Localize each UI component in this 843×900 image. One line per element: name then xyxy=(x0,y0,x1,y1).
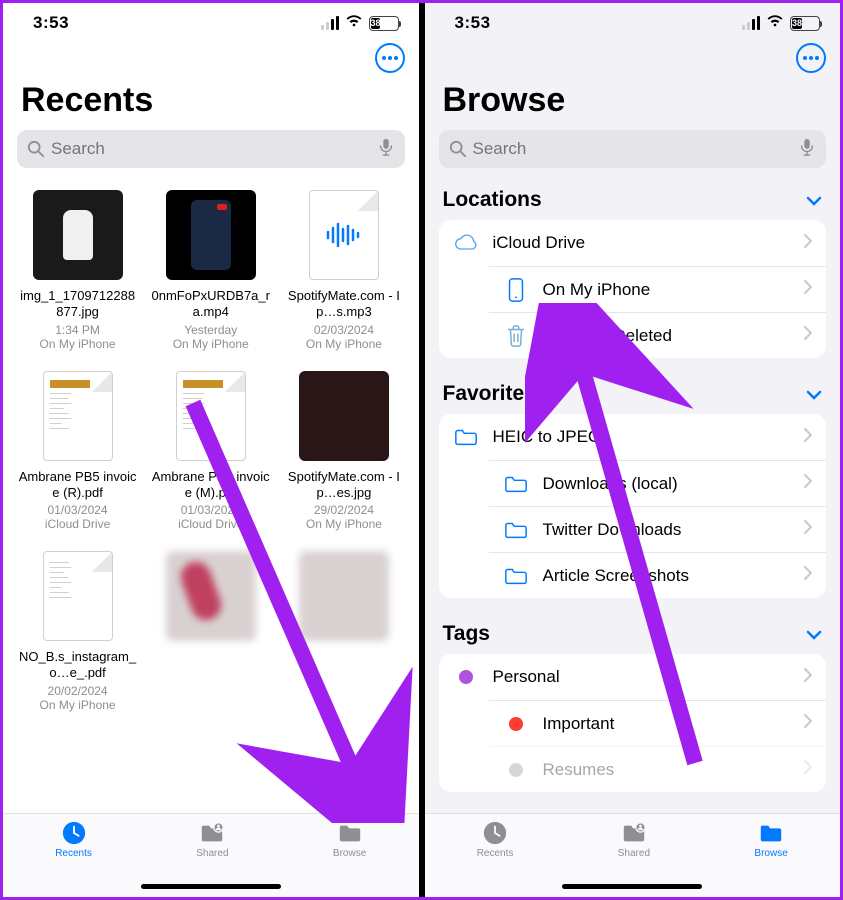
phone-browse: 3:53 38 Browse Locations iCloud Drive xyxy=(425,3,841,897)
cellular-icon xyxy=(742,16,760,30)
chevron-right-icon xyxy=(804,714,812,733)
tag-item[interactable]: Important xyxy=(489,700,827,746)
file-thumbnail xyxy=(166,190,256,280)
file-grid: img_1_1709712288877.jpg 1:34 PM On My iP… xyxy=(3,182,419,722)
shared-folder-icon xyxy=(198,820,226,846)
chevron-right-icon xyxy=(804,234,812,253)
clock-icon xyxy=(60,820,88,846)
file-item[interactable]: SpotifyMate.com - I p…s.mp3 02/03/2024 O… xyxy=(279,182,408,361)
file-item[interactable]: img_1_1709712288877.jpg 1:34 PM On My iP… xyxy=(13,182,142,361)
chevron-down-icon xyxy=(806,382,822,406)
favorite-item[interactable]: Downloads (local) xyxy=(489,460,827,506)
status-bar: 3:53 38 xyxy=(425,3,841,37)
dictate-icon[interactable] xyxy=(377,138,395,161)
chevron-right-icon xyxy=(804,520,812,539)
tab-bar: Recents Shared Browse xyxy=(3,813,419,897)
battery-icon: 38 xyxy=(369,16,399,31)
file-item[interactable]: SpotifyMate.com - I p…es.jpg 29/02/2024 … xyxy=(279,363,408,542)
file-item[interactable] xyxy=(146,543,275,722)
favorite-item[interactable]: HEIC to JPEG xyxy=(439,414,827,460)
file-item[interactable]: 0nmFoPxURDB7a_ra.mp4 Yesterday On My iPh… xyxy=(146,182,275,361)
folder-icon xyxy=(503,472,529,496)
page-title: Recents xyxy=(3,73,419,130)
status-indicators: 38 xyxy=(742,13,820,33)
folder-icon xyxy=(503,518,529,542)
cellular-icon xyxy=(321,16,339,30)
tag-item[interactable]: Personal xyxy=(439,654,827,700)
section-locations: Locations iCloud Drive On My iPhone Rece… xyxy=(439,182,827,358)
tab-bar: Recents Shared Browse xyxy=(425,813,841,897)
chevron-right-icon xyxy=(804,280,812,299)
tab-browse[interactable]: Browse xyxy=(754,820,787,897)
status-time: 3:53 xyxy=(33,13,69,33)
location-icloud-drive[interactable]: iCloud Drive xyxy=(439,220,827,266)
file-item[interactable]: ━━━━━━━━━━━━━━━━━━━━━━━━━━━━━━━━━━━━━━━━… xyxy=(13,363,142,542)
search-field[interactable] xyxy=(439,130,827,168)
file-thumbnail xyxy=(33,190,123,280)
tag-item[interactable]: Resumes xyxy=(489,746,827,792)
search-input[interactable] xyxy=(51,139,371,159)
folder-icon xyxy=(757,820,785,846)
dictate-icon[interactable] xyxy=(798,138,816,161)
battery-icon: 38 xyxy=(790,16,820,31)
folder-icon xyxy=(453,425,479,449)
tag-color-icon xyxy=(453,670,479,684)
section-header[interactable]: Tags xyxy=(439,616,827,654)
search-icon xyxy=(27,140,45,158)
tag-color-icon xyxy=(503,717,529,731)
clock-icon xyxy=(481,820,509,846)
tab-recents[interactable]: Recents xyxy=(477,820,514,897)
iphone-icon xyxy=(503,278,529,302)
chevron-right-icon xyxy=(804,326,812,345)
trash-icon xyxy=(503,324,529,348)
folder-icon xyxy=(503,564,529,588)
location-on-my-iphone[interactable]: On My iPhone xyxy=(489,266,827,312)
page-title: Browse xyxy=(425,73,841,130)
section-tags: Tags Personal Important Resumes xyxy=(439,616,827,792)
phone-recents: 3:53 38 Recents img_1_1709712288877.jpg … xyxy=(3,3,419,897)
chevron-right-icon xyxy=(804,428,812,447)
home-indicator[interactable] xyxy=(141,884,281,889)
chevron-down-icon xyxy=(806,622,822,646)
wifi-icon xyxy=(766,13,784,33)
search-field[interactable] xyxy=(17,130,405,168)
file-item[interactable]: ━━━━━━━━━━━━━━━━━━━━━━━━━━━━━━━━━━━━━━━━… xyxy=(13,543,142,722)
folder-icon xyxy=(336,820,364,846)
more-menu-button[interactable] xyxy=(796,43,826,73)
tab-browse[interactable]: Browse xyxy=(333,820,366,897)
home-indicator[interactable] xyxy=(562,884,702,889)
chevron-right-icon xyxy=(804,566,812,585)
tab-recents[interactable]: Recents xyxy=(55,820,92,897)
more-menu-button[interactable] xyxy=(375,43,405,73)
favorite-item[interactable]: Twitter Downloads xyxy=(489,506,827,552)
favorite-item[interactable]: Article Screenshots xyxy=(489,552,827,598)
section-header[interactable]: Favorites xyxy=(439,376,827,414)
location-recently-deleted[interactable]: Recently Deleted xyxy=(489,312,827,358)
file-thumbnail: ━━━━━━━━━━━━━━━━━━━━━━━━━━━━━━━━━━━━━━━━… xyxy=(43,551,113,641)
status-indicators: 38 xyxy=(321,13,399,33)
section-favorites: Favorites HEIC to JPEG Downloads (local)… xyxy=(439,376,827,598)
file-thumbnail: ━━━━━━━━━━━━━━━━━━━━━━━━━━━━━━━━━━━━━━━━… xyxy=(176,371,246,461)
file-thumbnail xyxy=(166,551,256,641)
status-bar: 3:53 38 xyxy=(3,3,419,37)
file-thumbnail xyxy=(299,371,389,461)
file-thumbnail xyxy=(299,551,389,641)
chevron-right-icon xyxy=(804,474,812,493)
chevron-down-icon xyxy=(806,188,822,212)
wifi-icon xyxy=(345,13,363,33)
chevron-right-icon xyxy=(804,668,812,687)
file-thumbnail xyxy=(309,190,379,280)
chevron-right-icon xyxy=(804,760,812,779)
shared-folder-icon xyxy=(620,820,648,846)
file-thumbnail: ━━━━━━━━━━━━━━━━━━━━━━━━━━━━━━━━━━━━━━━━… xyxy=(43,371,113,461)
tag-color-icon xyxy=(503,763,529,777)
search-icon xyxy=(449,140,467,158)
file-item[interactable]: ━━━━━━━━━━━━━━━━━━━━━━━━━━━━━━━━━━━━━━━━… xyxy=(146,363,275,542)
status-time: 3:53 xyxy=(455,13,491,33)
file-item[interactable] xyxy=(279,543,408,722)
cloud-icon xyxy=(453,231,479,255)
section-header[interactable]: Locations xyxy=(439,182,827,220)
search-input[interactable] xyxy=(473,139,793,159)
